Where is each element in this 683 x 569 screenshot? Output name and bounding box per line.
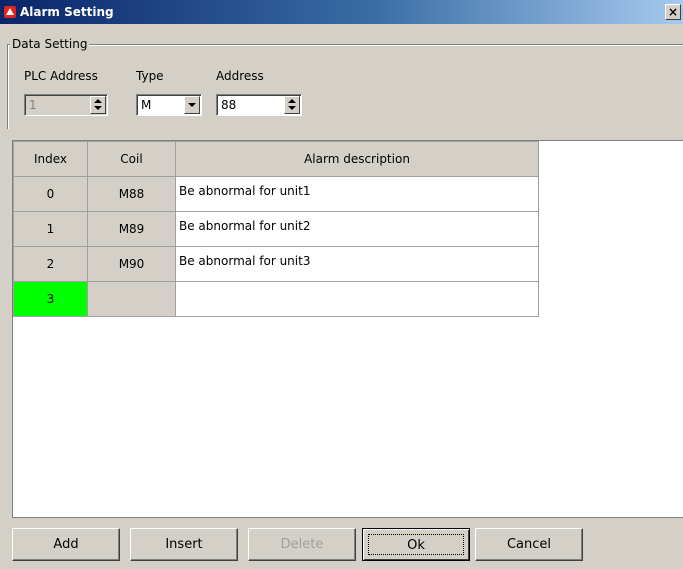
- type-label: Type: [136, 69, 164, 83]
- row-coil-cell[interactable]: M90: [87, 246, 176, 282]
- ok-button-label: Ok: [368, 534, 464, 555]
- row-coil-cell[interactable]: [87, 281, 176, 317]
- warning-triangle-icon: [4, 6, 16, 18]
- header-coil[interactable]: Coil: [87, 141, 176, 177]
- alarm-table: Index Coil Alarm description 0 M88 Be ab…: [13, 141, 539, 317]
- ok-button[interactable]: Ok: [362, 528, 470, 561]
- row-description-cell[interactable]: [175, 281, 539, 317]
- address-value: 88: [221, 98, 237, 112]
- type-dropdown[interactable]: M: [136, 94, 202, 116]
- table-row[interactable]: 0 M88 Be abnormal for unit1: [13, 176, 539, 212]
- chevron-down-icon[interactable]: [184, 96, 200, 114]
- row-description-cell[interactable]: Be abnormal for unit1: [175, 176, 539, 212]
- row-coil-cell[interactable]: M88: [87, 176, 176, 212]
- row-index-cell-current[interactable]: 3: [13, 281, 88, 317]
- plc-address-label: PLC Address: [24, 69, 98, 83]
- row-description-cell[interactable]: Be abnormal for unit3: [175, 246, 539, 282]
- address-spin-arrows-icon[interactable]: [284, 96, 300, 114]
- header-alarm-description[interactable]: Alarm description: [175, 141, 539, 177]
- row-description-cell[interactable]: Be abnormal for unit2: [175, 211, 539, 247]
- row-index-cell[interactable]: 1: [13, 211, 88, 247]
- close-button[interactable]: ×: [665, 4, 681, 20]
- row-coil-cell[interactable]: M89: [87, 211, 176, 247]
- address-label: Address: [216, 69, 264, 83]
- data-setting-legend: Data Setting: [10, 37, 90, 51]
- row-index-cell[interactable]: 0: [13, 176, 88, 212]
- table-row[interactable]: 2 M90 Be abnormal for unit3: [13, 246, 539, 282]
- table-header-row: Index Coil Alarm description: [13, 141, 539, 177]
- title-bar[interactable]: Alarm Setting ×: [0, 0, 683, 24]
- data-setting-group: [7, 44, 683, 129]
- delete-button[interactable]: Delete: [248, 528, 356, 561]
- plc-address-spinner[interactable]: 1: [24, 94, 108, 116]
- insert-button[interactable]: Insert: [130, 528, 238, 561]
- type-value: M: [141, 98, 152, 112]
- plc-address-value: 1: [29, 98, 37, 112]
- cancel-button[interactable]: Cancel: [475, 528, 583, 561]
- add-button[interactable]: Add: [12, 528, 120, 561]
- table-row-current[interactable]: 3: [13, 281, 539, 317]
- row-index-cell[interactable]: 2: [13, 246, 88, 282]
- header-index[interactable]: Index: [13, 141, 88, 177]
- window-title: Alarm Setting: [20, 5, 114, 19]
- address-spinner[interactable]: 88: [216, 94, 302, 116]
- table-row[interactable]: 1 M89 Be abnormal for unit2: [13, 211, 539, 247]
- alarm-grid[interactable]: Index Coil Alarm description 0 M88 Be ab…: [12, 140, 683, 518]
- plc-address-spin-arrows-icon[interactable]: [90, 96, 106, 114]
